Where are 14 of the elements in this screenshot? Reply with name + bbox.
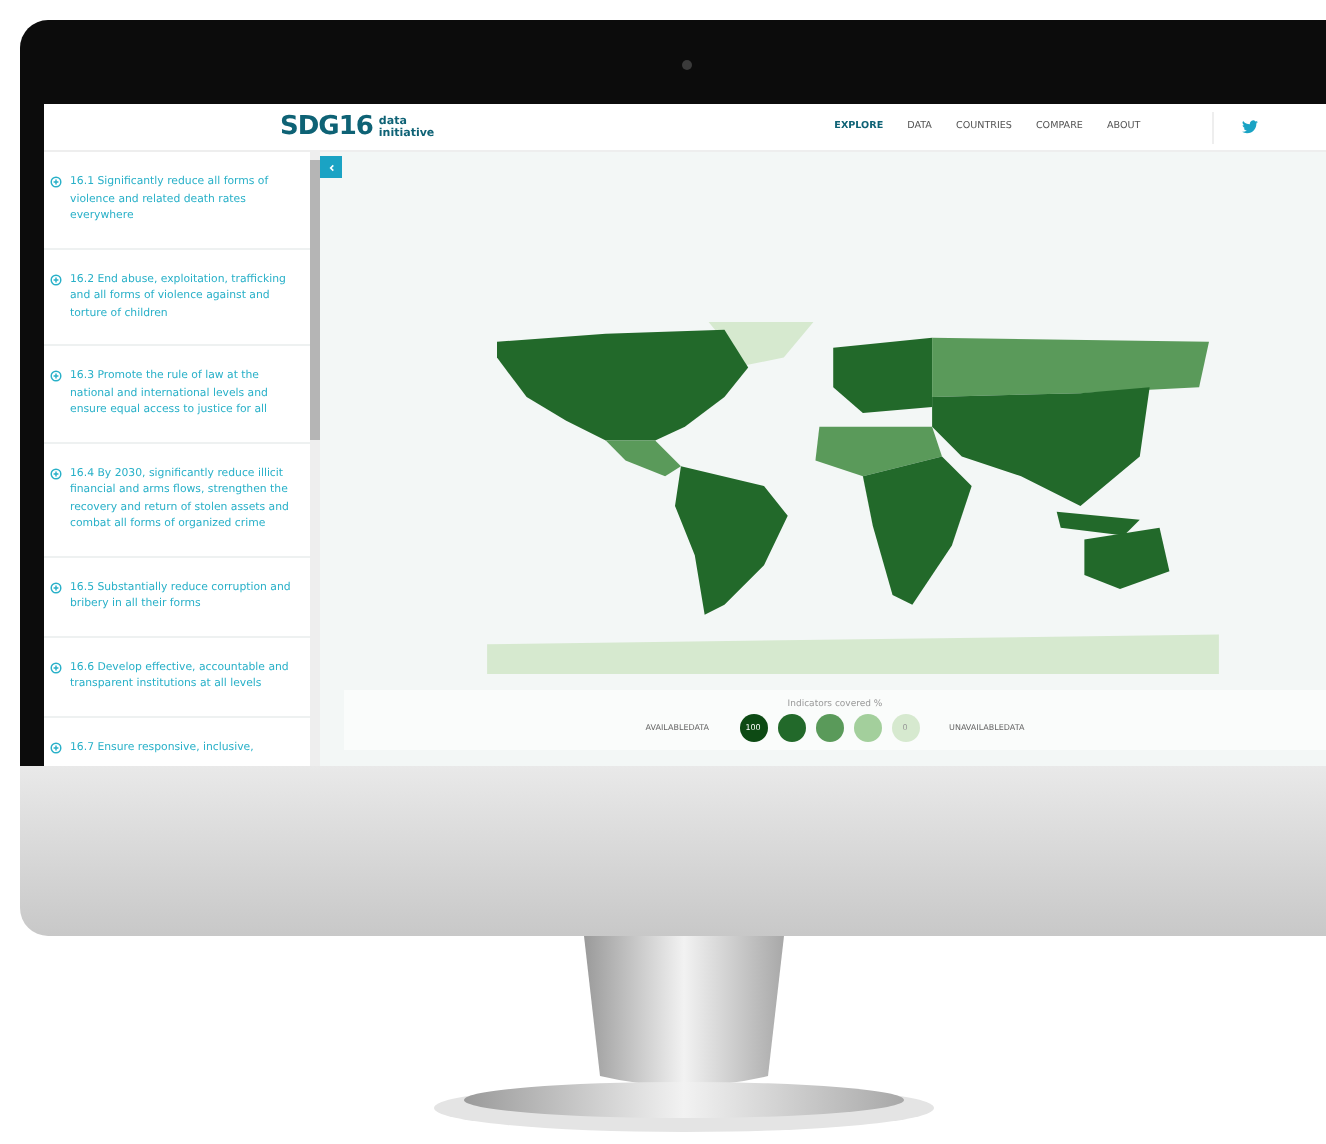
- plus-circle-icon[interactable]: [50, 467, 62, 479]
- camera-icon: [682, 60, 692, 70]
- plus-circle-icon[interactable]: [50, 581, 62, 593]
- plus-circle-icon[interactable]: [50, 176, 62, 188]
- bird-icon[interactable]: [1242, 120, 1259, 134]
- logo-mark: SDG16: [280, 112, 373, 142]
- world-map-drawing[interactable]: [486, 318, 1220, 674]
- scrollbar[interactable]: [310, 152, 320, 766]
- plus-circle-icon[interactable]: [50, 370, 62, 382]
- plus-circle-icon[interactable]: [50, 741, 62, 753]
- plus-circle-icon[interactable]: [50, 273, 62, 285]
- plus-circle-icon[interactable]: [50, 661, 62, 673]
- chevron-left-icon: [327, 163, 335, 171]
- collapse-button[interactable]: [320, 156, 342, 178]
